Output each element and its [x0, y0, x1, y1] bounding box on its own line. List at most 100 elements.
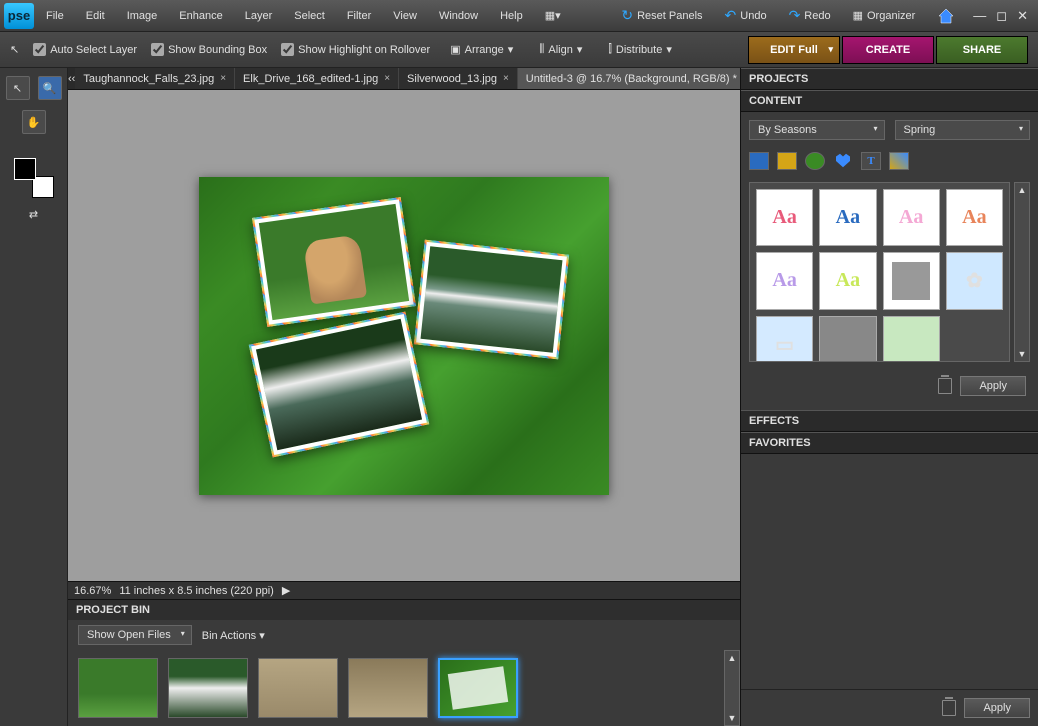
- foreground-color[interactable]: [14, 158, 36, 180]
- bin-thumb-0[interactable]: [78, 658, 158, 718]
- align-dropdown[interactable]: ⫼Align ▾: [533, 40, 588, 59]
- bin-thumb-1[interactable]: [168, 658, 248, 718]
- distribute-dropdown[interactable]: ⫿Distribute ▾: [602, 40, 678, 59]
- content-panel-tab[interactable]: CONTENT: [741, 90, 1038, 112]
- bounding-box-checkbox[interactable]: Show Bounding Box: [151, 43, 267, 56]
- favorites-body: [741, 454, 1038, 689]
- tab-scroll-left[interactable]: ‹‹: [68, 68, 75, 89]
- main-area: ↖ 🔍 ✋ ⇄ ‹‹ Taughannock_Falls_23.jpg× Elk…: [0, 68, 1038, 726]
- trash-icon[interactable]: [938, 378, 952, 394]
- menu-view[interactable]: View: [383, 4, 427, 28]
- reset-panels-button[interactable]: ↻Reset Panels: [615, 3, 708, 28]
- mode-share[interactable]: SHARE: [936, 36, 1028, 64]
- favorites-panel-tab[interactable]: FAVORITES: [741, 432, 1038, 454]
- projects-panel-tab[interactable]: PROJECTS: [741, 68, 1038, 90]
- zoom-tool[interactable]: 🔍: [38, 76, 62, 100]
- content-panel-body: By Seasons Spring T Aa Aa Aa Aa Aa Aa: [741, 112, 1038, 410]
- favorites-apply-button[interactable]: Apply: [964, 698, 1030, 718]
- menu-select[interactable]: Select: [284, 4, 335, 28]
- rollover-checkbox[interactable]: Show Highlight on Rollover: [281, 43, 430, 56]
- project-bin-panel: PROJECT BIN Show Open Files Bin Actions …: [68, 599, 740, 726]
- collage-photo-3[interactable]: [249, 311, 429, 457]
- options-bar: ↖ Auto Select Layer Show Bounding Box Sh…: [0, 32, 1038, 68]
- document-dimensions: 11 inches x 8.5 inches (220 ppi): [119, 585, 274, 597]
- content-item[interactable]: ▭: [756, 316, 813, 363]
- arrange-dropdown[interactable]: ▣Arrange ▾: [444, 40, 519, 59]
- maximize-button[interactable]: ◻: [996, 8, 1007, 24]
- bin-actions-dropdown[interactable]: Bin Actions ▾: [202, 629, 265, 642]
- text-icon[interactable]: T: [861, 152, 881, 170]
- mode-tabs: EDIT Full CREATE SHARE: [748, 36, 1028, 64]
- bin-thumbnails: [68, 650, 724, 726]
- bin-thumb-3[interactable]: [348, 658, 428, 718]
- layout-dropdown[interactable]: ▦▾: [539, 5, 567, 26]
- mode-edit[interactable]: EDIT Full: [748, 36, 840, 64]
- menu-window[interactable]: Window: [429, 4, 488, 28]
- content-item[interactable]: Aa: [946, 189, 1003, 246]
- menu-enhance[interactable]: Enhance: [169, 4, 232, 28]
- theme-icon[interactable]: [889, 152, 909, 170]
- bin-thumb-4[interactable]: [438, 658, 518, 718]
- menu-help[interactable]: Help: [490, 4, 533, 28]
- project-bin-header[interactable]: PROJECT BIN: [68, 600, 740, 620]
- content-apply-button[interactable]: Apply: [960, 376, 1026, 396]
- status-bar: 16.67% 11 inches x 8.5 inches (220 ppi) …: [68, 581, 740, 599]
- bin-scrollbar[interactable]: ▲▼: [724, 650, 740, 726]
- shape-icon[interactable]: [833, 152, 853, 170]
- mode-create[interactable]: CREATE: [842, 36, 934, 64]
- app-logo[interactable]: pse: [4, 3, 34, 29]
- doc-tab-2[interactable]: Silverwood_13.jpg×: [399, 68, 518, 89]
- doc-tab-0[interactable]: Taughannock_Falls_23.jpg×: [75, 68, 235, 89]
- menu-file[interactable]: File: [36, 4, 74, 28]
- swap-colors-icon[interactable]: ⇄: [26, 208, 42, 220]
- window-controls: — ◻ ✕: [967, 8, 1034, 24]
- menu-image[interactable]: Image: [117, 4, 168, 28]
- menu-layer[interactable]: Layer: [235, 4, 283, 28]
- content-category-select[interactable]: By Seasons: [749, 120, 885, 140]
- bin-thumb-2[interactable]: [258, 658, 338, 718]
- content-item[interactable]: [883, 316, 940, 363]
- close-icon[interactable]: ×: [384, 73, 390, 84]
- effects-panel-tab[interactable]: EFFECTS: [741, 410, 1038, 432]
- menu-filter[interactable]: Filter: [337, 4, 381, 28]
- side-panels: PROJECTS CONTENT By Seasons Spring T Aa …: [740, 68, 1038, 726]
- close-icon[interactable]: ×: [503, 73, 509, 84]
- canvas[interactable]: [199, 177, 609, 495]
- collage-photo-1[interactable]: [252, 197, 416, 327]
- doc-tab-3[interactable]: Untitled-3 @ 16.7% (Background, RGB/8) *…: [518, 68, 740, 89]
- content-item[interactable]: [819, 316, 876, 363]
- content-type-icons: T: [749, 148, 1030, 174]
- redo-button[interactable]: ↷Redo: [783, 3, 837, 28]
- zoom-level[interactable]: 16.67%: [74, 585, 111, 597]
- content-scrollbar[interactable]: ▲▼: [1014, 182, 1030, 362]
- hand-tool[interactable]: ✋: [22, 110, 46, 134]
- home-button[interactable]: [931, 3, 961, 29]
- refresh-icon: ↻: [621, 7, 633, 24]
- content-item[interactable]: Aa: [756, 252, 813, 309]
- content-item[interactable]: Aa: [883, 189, 940, 246]
- content-subcategory-select[interactable]: Spring: [895, 120, 1031, 140]
- content-item[interactable]: Aa: [756, 189, 813, 246]
- canvas-viewport[interactable]: [68, 90, 740, 581]
- collage-photo-2[interactable]: [414, 239, 569, 359]
- undo-button[interactable]: ↶Undo: [719, 3, 773, 28]
- content-item[interactable]: [883, 252, 940, 309]
- minimize-button[interactable]: —: [973, 8, 986, 24]
- status-arrow-icon[interactable]: ▶: [282, 584, 290, 597]
- graphic-icon[interactable]: [805, 152, 825, 170]
- move-tool[interactable]: ↖: [6, 76, 30, 100]
- content-item[interactable]: Aa: [819, 252, 876, 309]
- color-swatches[interactable]: [14, 158, 54, 198]
- frame-icon[interactable]: [777, 152, 797, 170]
- auto-select-checkbox[interactable]: Auto Select Layer: [33, 43, 137, 56]
- organizer-button[interactable]: ▦Organizer: [847, 5, 922, 26]
- trash-icon[interactable]: [942, 700, 956, 716]
- close-button[interactable]: ✕: [1017, 8, 1028, 24]
- content-item[interactable]: ✿: [946, 252, 1003, 309]
- menu-edit[interactable]: Edit: [76, 4, 115, 28]
- doc-tab-1[interactable]: Elk_Drive_168_edited-1.jpg×: [235, 68, 399, 89]
- content-item[interactable]: Aa: [819, 189, 876, 246]
- close-icon[interactable]: ×: [220, 73, 226, 84]
- background-icon[interactable]: [749, 152, 769, 170]
- bin-filter-dropdown[interactable]: Show Open Files: [78, 625, 192, 645]
